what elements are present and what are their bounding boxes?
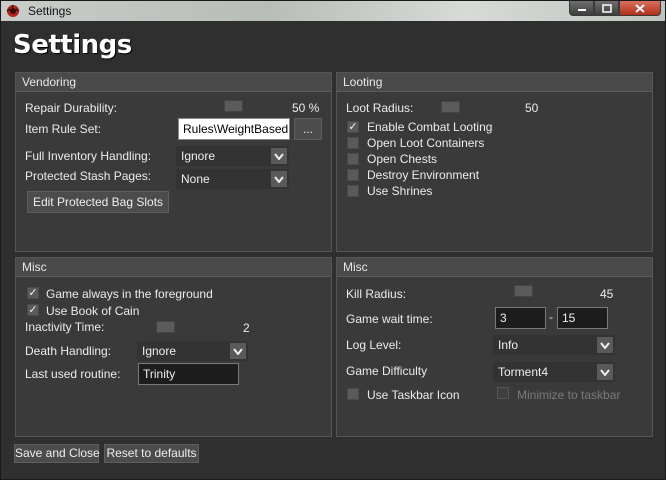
kill-radius-slider[interactable] [514, 285, 533, 297]
kill-radius-label: Kill Radius: [346, 287, 407, 301]
chevron-down-icon [271, 148, 287, 164]
app-icon [6, 4, 20, 17]
checkbox[interactable] [347, 185, 359, 197]
maximize-icon [601, 3, 612, 13]
death-handling-select[interactable]: Ignore [137, 341, 248, 361]
protected-stash-label: Protected Stash Pages: [25, 169, 152, 183]
minimize-to-taskbar-checkbox[interactable] [497, 387, 509, 399]
panel-header: Misc [337, 258, 652, 277]
last-routine-label: Last used routine: [25, 367, 121, 381]
log-level-value: Info [498, 338, 519, 352]
checkbox[interactable]: ✓ [347, 121, 359, 133]
death-handling-label: Death Handling: [25, 344, 112, 358]
minimize-button[interactable] [569, 1, 594, 16]
chevron-down-icon [597, 337, 613, 353]
checkbox-label: Open Loot Containers [367, 136, 485, 150]
edit-bag-slots-button[interactable]: Edit Protected Bag Slots [27, 191, 169, 213]
inactivity-value: 2 [243, 321, 250, 335]
loot-radius-label: Loot Radius: [346, 101, 414, 115]
foreground-label: Game always in the foreground [46, 287, 213, 301]
panel-header: Vendoring [16, 73, 331, 92]
minimize-to-taskbar-label: Minimize to taskbar [517, 388, 621, 402]
difficulty-select[interactable]: Torment4 [493, 362, 615, 382]
loot-radius-slider[interactable] [441, 101, 460, 113]
full-inventory-select[interactable]: Ignore [176, 146, 289, 166]
difficulty-value: Torment4 [498, 365, 549, 379]
inactivity-slider[interactable] [156, 321, 175, 333]
wait-time-separator: - [549, 310, 553, 324]
checkbox[interactable] [347, 153, 359, 165]
checkbox-label: Use Shrines [367, 184, 433, 198]
repair-durability-slider[interactable] [224, 100, 243, 112]
vendoring-panel: Vendoring Repair Durability: 50 % Item R… [15, 72, 332, 252]
window-title: Settings [28, 4, 72, 18]
taskbar-icon-label: Use Taskbar Icon [367, 388, 460, 402]
inactivity-label: Inactivity Time: [25, 320, 105, 334]
repair-durability-label: Repair Durability: [25, 101, 118, 115]
chevron-down-icon [597, 364, 613, 380]
misc-panel-right: Misc Kill Radius: 45 Game wait time: 3 -… [336, 257, 653, 437]
checkbox[interactable] [347, 169, 359, 181]
protected-stash-select[interactable]: None [176, 169, 289, 189]
full-inventory-label: Full Inventory Handling: [25, 149, 152, 163]
log-level-select[interactable]: Info [493, 335, 615, 355]
item-rule-set-label: Item Rule Set: [25, 122, 102, 136]
repair-durability-value: 50 % [292, 101, 320, 115]
book-of-cain-checkbox[interactable]: ✓ [27, 304, 39, 316]
checkbox-label: Enable Combat Looting [367, 120, 493, 134]
death-handling-value: Ignore [142, 344, 177, 358]
full-inventory-value: Ignore [181, 149, 216, 163]
wait-time-min-input[interactable]: 3 [495, 307, 546, 329]
misc-panel-left: Misc ✓ Game always in the foreground ✓ U… [15, 257, 332, 437]
wait-time-label: Game wait time: [346, 312, 433, 326]
last-routine-input[interactable]: Trinity [138, 363, 239, 385]
minimize-icon [577, 9, 586, 11]
checkbox-label: Open Chests [367, 152, 438, 166]
save-and-close-button[interactable]: Save and Close [14, 444, 100, 463]
loot-radius-value: 50 [525, 101, 539, 115]
taskbar-icon-checkbox[interactable] [347, 388, 359, 400]
checkbox-label: Destroy Environment [367, 168, 480, 182]
chevron-down-icon [230, 343, 246, 359]
protected-stash-value: None [181, 172, 210, 186]
reset-to-defaults-button[interactable]: Reset to defaults [104, 444, 199, 463]
difficulty-label: Game Difficulty [346, 364, 428, 378]
panel-header: Looting [337, 73, 652, 92]
checkbox[interactable] [347, 137, 359, 149]
foreground-checkbox[interactable]: ✓ [27, 287, 39, 299]
item-rule-set-input[interactable]: Rules\WeightBasedPi [178, 118, 290, 140]
maximize-button[interactable] [594, 1, 619, 16]
page-title: Settings [13, 30, 132, 60]
looting-panel: Looting Loot Radius: 50 ✓ Enable Combat … [336, 72, 653, 252]
book-of-cain-label: Use Book of Cain [46, 304, 140, 318]
settings-window: Settings Settings Vendoring Repair Durab… [0, 0, 666, 480]
log-level-label: Log Level: [346, 338, 402, 352]
kill-radius-value: 45 [600, 287, 614, 301]
title-bar: Settings [1, 1, 665, 21]
close-icon [635, 3, 645, 13]
chevron-down-icon [271, 171, 287, 187]
panel-header: Misc [16, 258, 331, 277]
close-button[interactable] [619, 1, 661, 16]
wait-time-max-input[interactable]: 15 [557, 307, 608, 329]
browse-button[interactable]: ... [294, 118, 322, 140]
